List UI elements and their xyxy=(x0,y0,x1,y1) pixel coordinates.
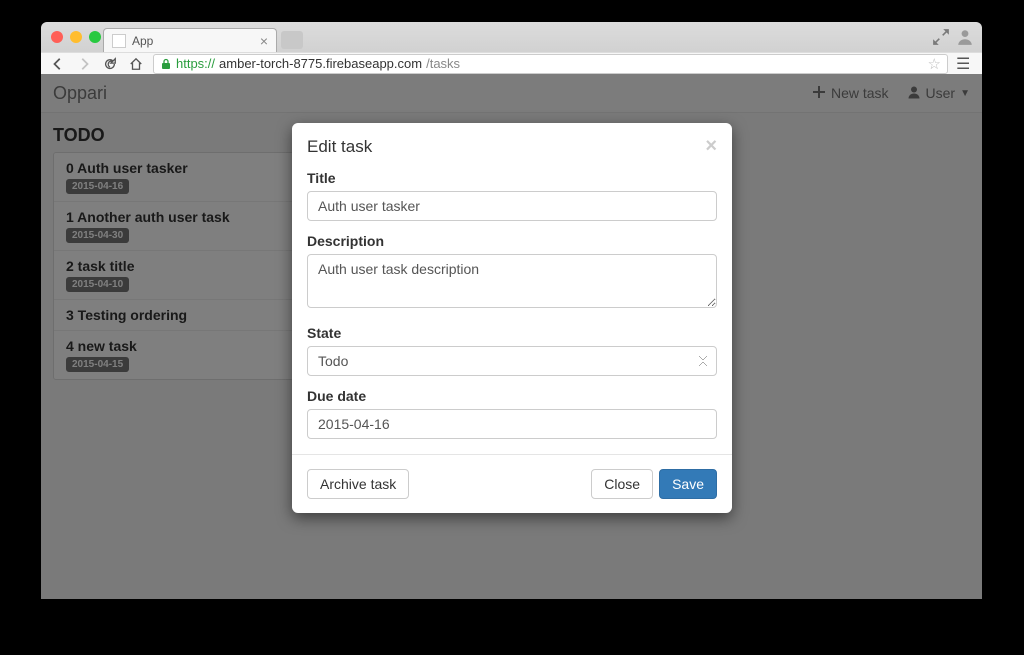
close-tab-icon[interactable]: × xyxy=(260,33,268,49)
lock-icon xyxy=(160,58,172,70)
browser-window: App × xyxy=(41,22,982,599)
url-domain: amber-torch-8775.firebaseapp.com xyxy=(219,56,422,71)
title-input[interactable] xyxy=(307,191,717,221)
modal-header: Edit task × xyxy=(292,123,732,170)
profile-icon[interactable] xyxy=(956,28,974,46)
browser-menu-icon[interactable]: ☰ xyxy=(956,54,974,74)
browser-tab[interactable]: App × xyxy=(103,28,277,52)
modal-body: Title Description Auth user task descrip… xyxy=(292,170,732,454)
modal-footer: Archive task Close Save xyxy=(292,454,732,513)
save-button[interactable]: Save xyxy=(659,469,717,499)
new-tab-button[interactable] xyxy=(281,31,303,49)
archive-button[interactable]: Archive task xyxy=(307,469,409,499)
close-icon[interactable]: × xyxy=(705,135,717,158)
page-viewport: Oppari New task User ▼ TODO xyxy=(41,74,982,599)
reload-button[interactable] xyxy=(101,55,119,73)
home-button[interactable] xyxy=(127,55,145,73)
due-date-label: Due date xyxy=(307,388,717,404)
modal-title: Edit task xyxy=(307,137,372,157)
url-scheme: https:// xyxy=(176,56,215,71)
title-label: Title xyxy=(307,170,717,186)
close-window-button[interactable] xyxy=(51,31,63,43)
address-bar[interactable]: https:// amber-torch-8775.firebaseapp.com… xyxy=(153,54,948,74)
window-controls xyxy=(51,31,101,43)
description-textarea[interactable]: Auth user task description xyxy=(307,254,717,308)
edit-task-modal: Edit task × Title Description Auth user … xyxy=(292,123,732,513)
browser-chrome: App × xyxy=(41,22,982,74)
tab-title: App xyxy=(132,34,153,48)
due-date-input[interactable] xyxy=(307,409,717,439)
maximize-window-button[interactable] xyxy=(89,31,101,43)
description-label: Description xyxy=(307,233,717,249)
url-path: /tasks xyxy=(426,56,460,71)
bookmark-star-icon[interactable]: ☆ xyxy=(928,55,941,73)
state-label: State xyxy=(307,325,717,341)
forward-button[interactable] xyxy=(75,55,93,73)
fullscreen-icon[interactable] xyxy=(932,28,950,46)
browser-toolbar: https:// amber-torch-8775.firebaseapp.com… xyxy=(41,52,982,74)
minimize-window-button[interactable] xyxy=(70,31,82,43)
favicon-icon xyxy=(112,34,126,48)
state-select[interactable]: Todo xyxy=(307,346,717,376)
back-button[interactable] xyxy=(49,55,67,73)
close-button[interactable]: Close xyxy=(591,469,653,499)
